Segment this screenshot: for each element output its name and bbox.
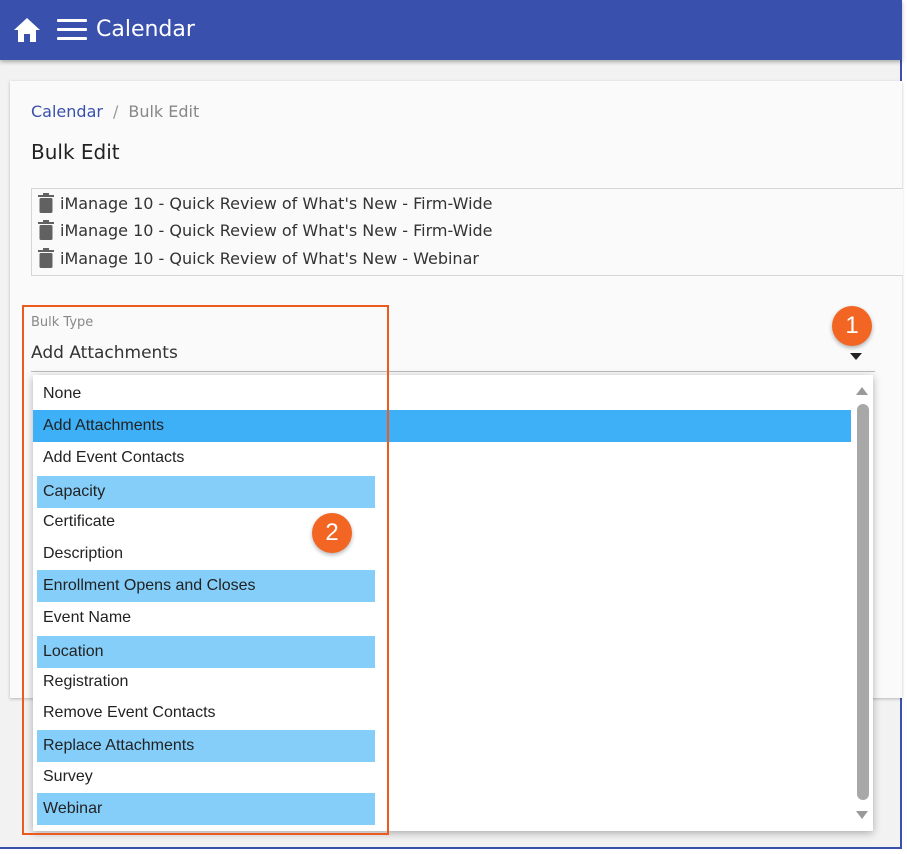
- annotation-badge-2: 2: [312, 513, 352, 553]
- select-underline: [31, 371, 875, 372]
- trash-icon[interactable]: [38, 220, 54, 240]
- selected-events-list: iManage 10 - Quick Review of What's New …: [31, 188, 903, 276]
- event-name: iManage 10 - Quick Review of What's New …: [60, 248, 479, 268]
- breadcrumb-link-calendar[interactable]: Calendar: [31, 102, 103, 121]
- home-icon[interactable]: [13, 17, 41, 43]
- breadcrumb-current: Bulk Edit: [128, 102, 200, 121]
- option-registration[interactable]: Registration: [33, 666, 851, 698]
- breadcrumb-separator: /: [112, 102, 119, 121]
- option-enrollment-opens-and-closes[interactable]: Enrollment Opens and Closes: [37, 570, 375, 602]
- scrollbar-thumb[interactable]: [857, 404, 869, 800]
- app-title: Calendar: [96, 17, 195, 42]
- option-none[interactable]: None: [33, 378, 851, 410]
- option-add-attachments[interactable]: Add Attachments: [33, 410, 851, 442]
- option-remove-event-contacts[interactable]: Remove Event Contacts: [33, 697, 851, 729]
- option-event-name[interactable]: Event Name: [33, 602, 851, 634]
- annotation-badge-1: 1: [832, 306, 872, 346]
- option-replace-attachments[interactable]: Replace Attachments: [37, 730, 375, 762]
- top-app-bar: Calendar: [0, 0, 902, 60]
- page-title: Bulk Edit: [31, 140, 120, 164]
- trash-icon[interactable]: [38, 193, 54, 213]
- bulk-type-label: Bulk Type: [31, 315, 94, 330]
- trash-icon[interactable]: [38, 248, 54, 268]
- option-capacity[interactable]: Capacity: [37, 476, 375, 508]
- bulk-type-dropdown: None Add Attachments Add Event Contacts …: [33, 375, 873, 831]
- option-certificate[interactable]: Certificate: [33, 506, 851, 538]
- option-description[interactable]: Description: [33, 538, 851, 570]
- list-item: iManage 10 - Quick Review of What's New …: [38, 245, 479, 271]
- breadcrumb: Calendar / Bulk Edit: [31, 102, 199, 121]
- scroll-down-arrow-icon[interactable]: [855, 810, 869, 820]
- option-location[interactable]: Location: [37, 636, 375, 668]
- bulk-type-select[interactable]: Add Attachments: [31, 343, 178, 363]
- list-item: iManage 10 - Quick Review of What's New …: [38, 190, 493, 216]
- option-add-event-contacts[interactable]: Add Event Contacts: [33, 442, 851, 474]
- option-webinar[interactable]: Webinar: [37, 793, 375, 825]
- scroll-up-arrow-icon[interactable]: [855, 386, 869, 396]
- hamburger-menu-icon[interactable]: [57, 19, 87, 41]
- event-name: iManage 10 - Quick Review of What's New …: [60, 193, 493, 213]
- event-name: iManage 10 - Quick Review of What's New …: [60, 220, 493, 240]
- list-item: iManage 10 - Quick Review of What's New …: [38, 217, 493, 243]
- option-survey[interactable]: Survey: [33, 761, 851, 793]
- caret-down-icon[interactable]: [849, 351, 863, 361]
